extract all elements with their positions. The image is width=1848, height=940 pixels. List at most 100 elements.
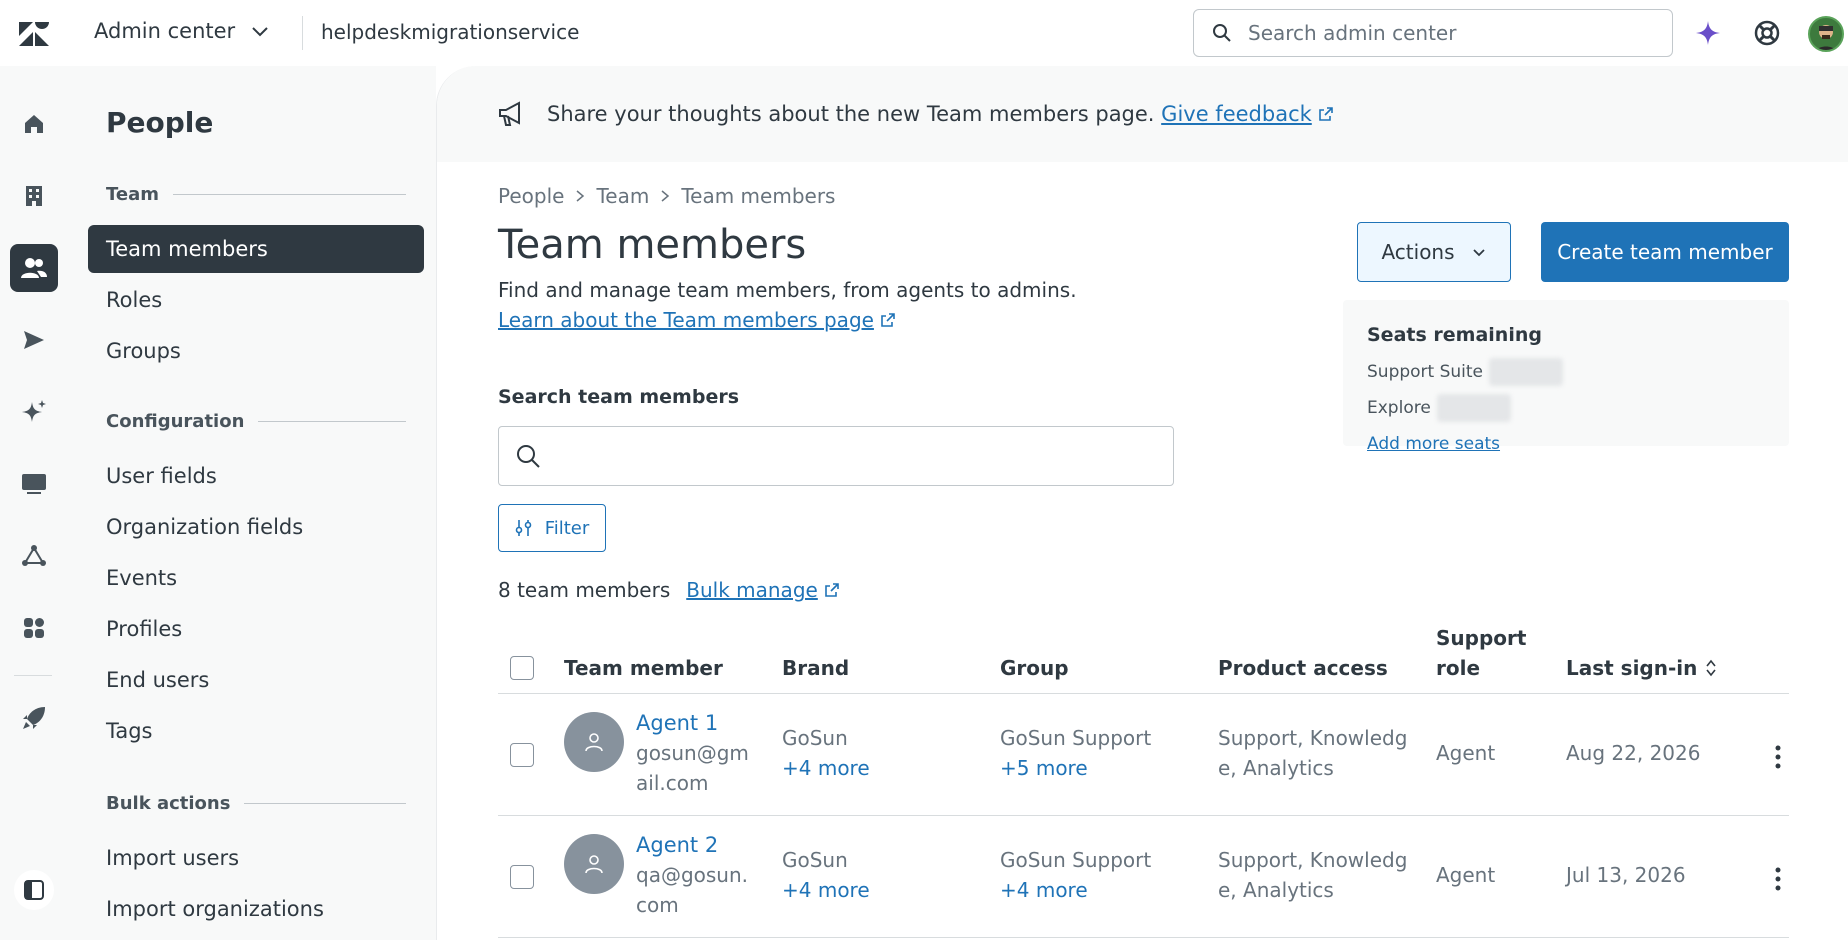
building-icon[interactable]	[10, 172, 58, 220]
group-value: GoSun Support	[1000, 726, 1152, 750]
top-bar: Admin center helpdeskmigrationservice Se…	[0, 0, 1848, 66]
section-team: Team	[106, 184, 406, 205]
header-team-member[interactable]: Team member	[564, 656, 723, 680]
row-checkbox[interactable]	[510, 865, 534, 889]
support-role-cell: Agent	[1436, 741, 1496, 765]
header-support-role-line2[interactable]: role	[1436, 656, 1480, 680]
home-icon[interactable]	[10, 100, 58, 148]
people-icon[interactable]	[10, 244, 58, 292]
workspaces-icon[interactable]	[10, 460, 58, 508]
search-members-input[interactable]	[498, 426, 1174, 486]
page-title: Team members	[498, 222, 807, 268]
breadcrumb: People Team Team members	[498, 184, 835, 208]
apps-icon[interactable]	[10, 604, 58, 652]
help-lifebuoy-icon[interactable]	[1751, 17, 1783, 49]
send-icon[interactable]	[10, 316, 58, 364]
megaphone-icon	[499, 101, 520, 126]
table-row[interactable]: Agent 1 gosun@gm ail.com GoSun +4 more G…	[498, 694, 1789, 816]
sidebar-item-profiles[interactable]: Profiles	[88, 605, 424, 653]
table-row[interactable]: Agent 2 qa@gosun. com GoSun +4 more GoSu…	[498, 816, 1789, 938]
more-options-icon[interactable]	[1768, 864, 1788, 894]
chevron-right-icon	[576, 190, 585, 202]
filter-sliders-icon	[515, 520, 532, 536]
external-link-icon	[1318, 107, 1333, 121]
group-more-link[interactable]: +5 more	[1000, 753, 1151, 783]
header-brand[interactable]: Brand	[782, 656, 849, 680]
member-email-line2: ail.com	[636, 771, 709, 795]
section-bulk-actions: Bulk actions	[106, 793, 406, 814]
sidebar-item-roles[interactable]: Roles	[88, 276, 424, 324]
sidebar-item-import-users[interactable]: Import users	[88, 834, 424, 882]
rocket-icon[interactable]	[10, 694, 58, 742]
group-cell: GoSun Support +4 more	[1000, 845, 1151, 905]
header-group[interactable]: Group	[1000, 656, 1069, 680]
zendesk-logo-icon[interactable]	[18, 20, 50, 48]
bulk-manage-link[interactable]: Bulk manage	[686, 578, 818, 602]
header-last-sign-in[interactable]: Last sign-in	[1566, 656, 1717, 680]
redacted-value	[1489, 358, 1564, 386]
member-email-line2: com	[636, 893, 679, 917]
actions-label: Actions	[1381, 240, 1455, 264]
section-label: Bulk actions	[106, 793, 231, 814]
feedback-banner: Share your thoughts about the new Team m…	[437, 66, 1848, 162]
user-avatar[interactable]	[1808, 16, 1844, 52]
page-description: Find and manage team members, from agent…	[498, 278, 1077, 302]
sidebar-item-user-fields[interactable]: User fields	[88, 452, 424, 500]
divider	[302, 16, 303, 50]
product-switcher[interactable]: Admin center	[94, 19, 271, 43]
header-product-access[interactable]: Product access	[1218, 656, 1388, 680]
member-count-row: 8 team members Bulk manage	[498, 578, 840, 602]
redacted-value	[1436, 394, 1511, 422]
product-access-cell: Support, Knowledg e, Analytics	[1218, 723, 1407, 783]
seat-row-support-suite: Support Suite	[1367, 358, 1765, 386]
breadcrumb-team-members: Team members	[681, 184, 836, 208]
filter-button[interactable]: Filter	[498, 504, 606, 552]
group-more-link[interactable]: +4 more	[1000, 875, 1151, 905]
breadcrumb-team[interactable]: Team	[596, 184, 649, 208]
breadcrumb-people[interactable]: People	[498, 184, 564, 208]
brand-more-link[interactable]: +4 more	[782, 875, 870, 905]
avatar	[564, 712, 624, 772]
select-all-checkbox[interactable]	[510, 656, 534, 680]
admin-search-input[interactable]: Search admin center	[1193, 9, 1673, 57]
sidebar-item-team-members[interactable]: Team members	[88, 225, 424, 273]
brand-cell: GoSun +4 more	[782, 845, 870, 905]
member-name-link[interactable]: Agent 1	[636, 708, 749, 738]
sidebar-item-import-organizations[interactable]: Import organizations	[88, 885, 424, 933]
add-more-seats-link[interactable]: Add more seats	[1367, 434, 1500, 454]
sidebar-item-events[interactable]: Events	[88, 554, 424, 602]
product-access-cell: Support, Knowledg e, Analytics	[1218, 845, 1407, 905]
sidebar-item-groups[interactable]: Groups	[88, 327, 424, 375]
row-checkbox[interactable]	[510, 743, 534, 767]
product-access-line1: Support, Knowledg	[1218, 848, 1408, 872]
seat-label: Explore	[1367, 398, 1431, 418]
brand-value: GoSun	[782, 726, 848, 750]
sparkle-icon[interactable]	[1692, 17, 1724, 49]
sidebar-item-end-users[interactable]: End users	[88, 656, 424, 704]
sidebar-item-tags[interactable]: Tags	[88, 707, 424, 755]
banner-message: Share your thoughts about the new Team m…	[547, 102, 1155, 126]
sidebar-toggle-icon[interactable]	[14, 870, 54, 910]
seats-title: Seats remaining	[1367, 324, 1542, 346]
give-feedback-link[interactable]: Give feedback	[1161, 102, 1312, 126]
chevron-down-icon	[252, 27, 268, 37]
actions-button[interactable]: Actions	[1357, 222, 1511, 282]
product-access-line2: e, Analytics	[1218, 756, 1334, 780]
create-team-member-button[interactable]: Create team member	[1541, 222, 1789, 282]
objects-icon[interactable]	[10, 532, 58, 580]
ai-sparkle-icon[interactable]	[10, 388, 58, 436]
seat-row-explore: Explore	[1367, 394, 1765, 422]
sidebar-item-organization-fields[interactable]: Organization fields	[88, 503, 424, 551]
avatar	[564, 834, 624, 894]
seats-remaining-panel: Seats remaining Support Suite Explore Ad…	[1343, 300, 1789, 454]
member-name-link[interactable]: Agent 2	[636, 830, 748, 860]
learn-about-link[interactable]: Learn about the Team members page	[498, 308, 874, 332]
filter-label: Filter	[544, 517, 590, 539]
more-options-icon[interactable]	[1768, 742, 1788, 772]
product-access-line1: Support, Knowledg	[1218, 726, 1408, 750]
search-icon	[517, 445, 540, 468]
header-support-role-line1[interactable]: Support	[1436, 626, 1526, 650]
member-cell: Agent 2 qa@gosun. com	[636, 830, 748, 920]
group-value: GoSun Support	[1000, 848, 1152, 872]
brand-more-link[interactable]: +4 more	[782, 753, 870, 783]
